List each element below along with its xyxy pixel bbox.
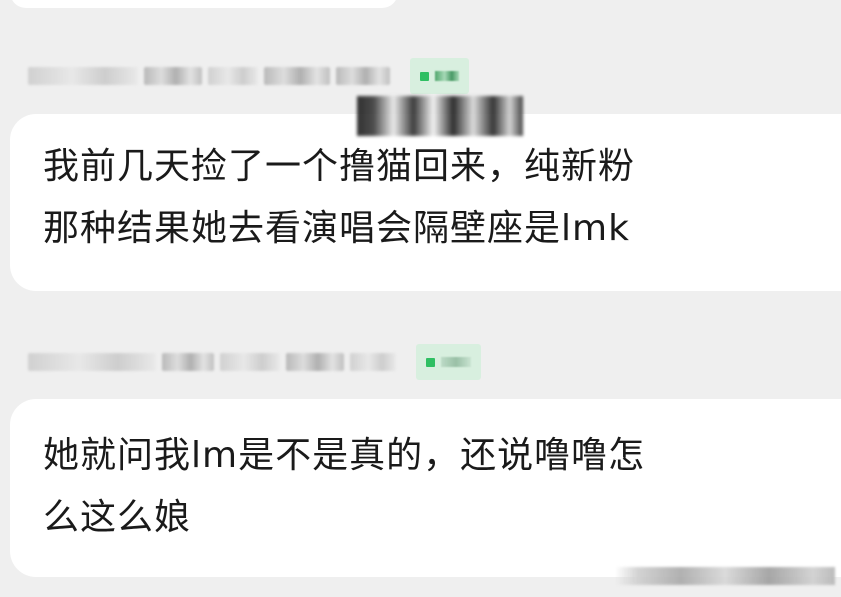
message-text: 我前几天捡了一个撸猫回来，纯新粉 那种结果她去看演唱会隔壁座是lmk xyxy=(43,146,636,249)
weibo-watermark-logo xyxy=(615,567,835,585)
blurred-sender-name xyxy=(220,353,280,371)
badge-mark-icon xyxy=(435,71,459,81)
blurred-sender-name xyxy=(162,353,214,371)
message-bubble[interactable]: 我前几天捡了一个撸猫回来，纯新粉 那种结果她去看演唱会隔壁座是lmk xyxy=(10,114,841,291)
badge-dot-icon xyxy=(420,71,429,81)
redacted-text-mosaic xyxy=(357,96,523,136)
message-text: 她就问我lm是不是真的，还说噜噜怎 么这么娘 xyxy=(43,435,646,538)
blurred-sender-name xyxy=(286,353,344,371)
blurred-sender-name xyxy=(28,353,156,371)
badge-dot-icon xyxy=(426,357,435,367)
blurred-sender-name xyxy=(264,67,330,85)
sender-name-row xyxy=(28,58,469,94)
level-badge-icon xyxy=(416,344,481,380)
previous-message-bubble xyxy=(10,0,398,8)
badge-mark-icon xyxy=(441,357,471,367)
level-badge-icon xyxy=(410,58,469,94)
sender-name-row xyxy=(28,344,481,380)
watermark xyxy=(605,563,835,589)
blurred-sender-name xyxy=(208,67,258,85)
blurred-sender-name xyxy=(28,67,138,85)
blurred-sender-name xyxy=(144,67,202,85)
blurred-sender-name xyxy=(350,353,396,371)
blurred-sender-name xyxy=(336,67,390,85)
message-bubble[interactable]: 她就问我lm是不是真的，还说噜噜怎 么这么娘 xyxy=(10,399,841,577)
